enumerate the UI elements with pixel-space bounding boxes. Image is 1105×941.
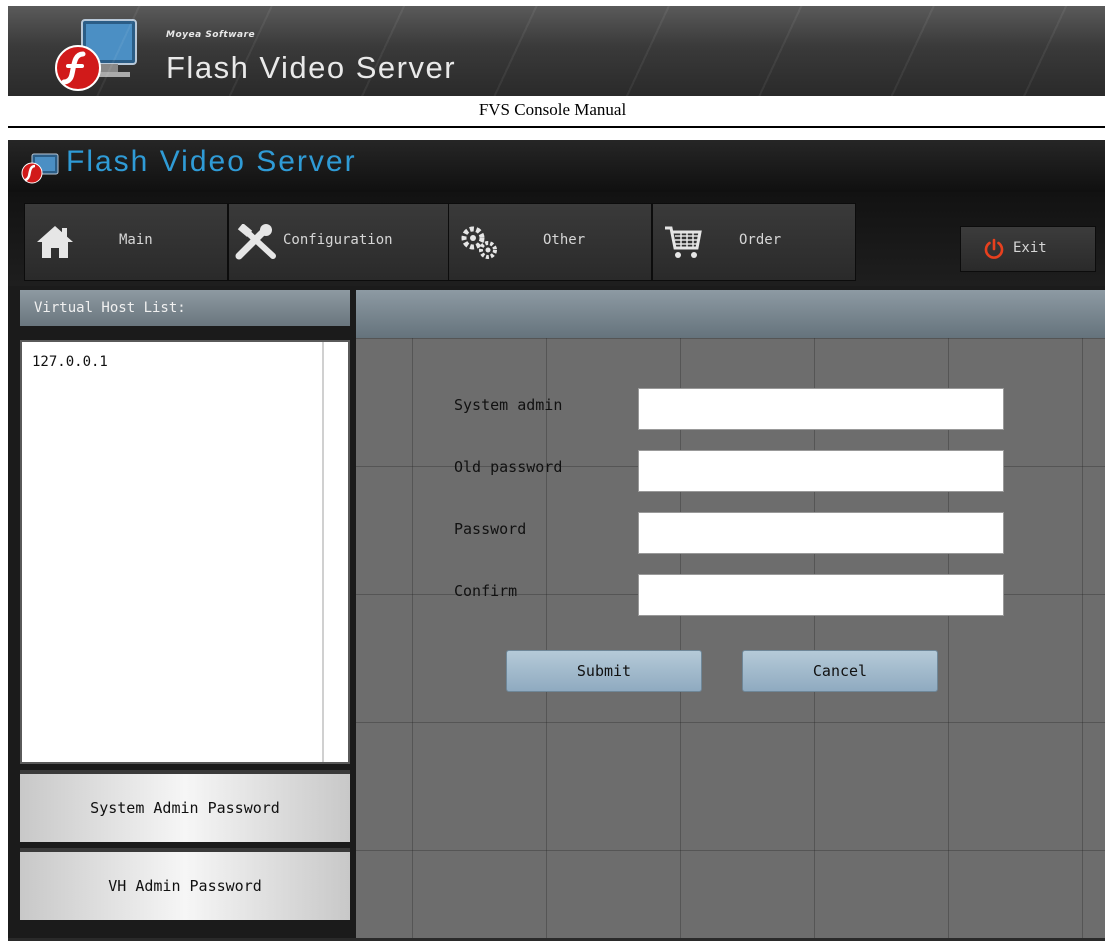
system-admin-label: System admin (454, 396, 563, 414)
old-password-label: Old password (454, 458, 563, 476)
house-icon (37, 226, 73, 258)
power-icon (984, 238, 1004, 259)
system-admin-password-button[interactable]: System Admin Password (20, 770, 350, 842)
nav-other-button[interactable]: Other (448, 203, 652, 281)
virtual-host-list[interactable]: 127.0.0.1 (20, 340, 350, 764)
confirm-password-input[interactable] (638, 574, 1004, 616)
password-label: Password (454, 520, 527, 538)
virtual-host-list-header: Virtual Host List: (20, 290, 350, 326)
content-header-bar (356, 290, 1105, 338)
vh-admin-password-button[interactable]: VH Admin Password (20, 848, 350, 920)
shopping-cart-icon (665, 226, 702, 258)
system-admin-input[interactable] (638, 388, 1004, 430)
exit-button[interactable]: Exit (960, 226, 1096, 272)
app-window: Flash Video Server Main Configuration Ot… (8, 140, 1105, 941)
nav-bar: Main Configuration Other Order (8, 192, 1105, 286)
submit-button[interactable]: Submit (506, 650, 702, 692)
password-input[interactable] (638, 512, 1004, 554)
cancel-button[interactable]: Cancel (742, 650, 938, 692)
exit-label: Exit (1013, 240, 1047, 256)
flash-monitor-icon (21, 153, 59, 184)
tools-icon (235, 224, 276, 260)
doc-divider (8, 126, 1105, 128)
nav-main-button[interactable]: Main (24, 203, 228, 281)
banner-brand: Moyea Software (166, 30, 256, 40)
app-title-bar: Flash Video Server (8, 140, 1105, 192)
nav-order-label: Order (739, 232, 782, 248)
list-item[interactable]: 127.0.0.1 (32, 354, 108, 370)
banner-product-title: Flash Video Server (166, 50, 457, 85)
nav-configuration-label: Configuration (283, 232, 393, 248)
nav-main-label: Main (119, 232, 153, 248)
nav-configuration-button[interactable]: Configuration (228, 203, 450, 281)
nav-order-button[interactable]: Order (652, 203, 856, 281)
list-scrollbar[interactable] (322, 342, 324, 762)
old-password-input[interactable] (638, 450, 1004, 492)
flash-monitor-icon (55, 19, 137, 91)
gears-icon (461, 226, 497, 259)
confirm-label: Confirm (454, 582, 518, 600)
app-title: Flash Video Server (66, 145, 357, 178)
doc-header-banner: Moyea Software Flash Video Server (8, 6, 1105, 96)
doc-caption: FVS Console Manual (478, 100, 627, 119)
nav-other-label: Other (543, 232, 586, 248)
